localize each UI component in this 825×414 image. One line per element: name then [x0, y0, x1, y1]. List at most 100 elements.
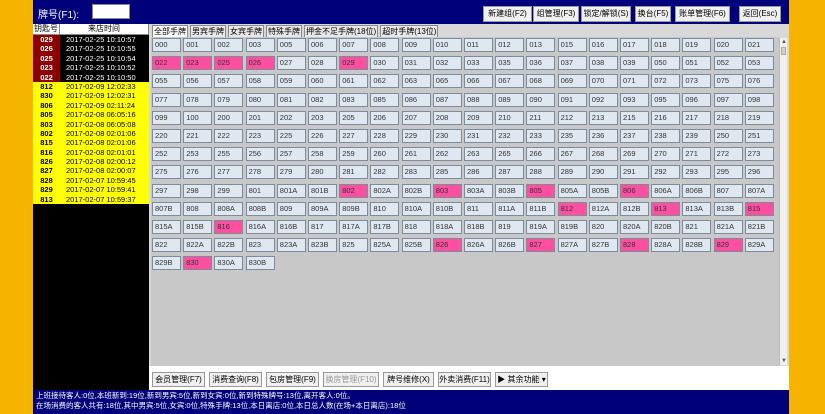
card-cell[interactable]: 297	[152, 183, 181, 198]
card-cell[interactable]: 822A	[183, 238, 213, 253]
card-cell[interactable]: 292	[651, 165, 681, 180]
card-cell[interactable]: 080	[245, 92, 275, 107]
card-cell[interactable]: 822	[152, 238, 181, 253]
card-cell[interactable]: 820A	[620, 220, 649, 234]
card-cell[interactable]: 001	[183, 38, 213, 52]
card-cell[interactable]: 016	[588, 38, 618, 52]
card-cell[interactable]: 079	[214, 92, 244, 107]
card-cell[interactable]: 210	[495, 110, 525, 125]
card-cell[interactable]: 076	[744, 74, 774, 89]
card-cell[interactable]: 037	[557, 56, 587, 71]
card-cell[interactable]: 020	[713, 38, 743, 52]
card-cell[interactable]: 230	[432, 129, 462, 143]
card-cell[interactable]: 090	[526, 92, 556, 107]
card-cell[interactable]: 816	[214, 220, 244, 234]
card-cell[interactable]: 212	[557, 110, 587, 125]
card-cell[interactable]: 822B	[214, 238, 244, 253]
card-cell[interactable]: 209	[464, 110, 493, 125]
key-list-row[interactable]: 805 2017-02-08 06:05:16	[33, 110, 149, 120]
back-button[interactable]: 返回(Esc)	[739, 6, 781, 22]
card-cell[interactable]: 013	[526, 38, 556, 52]
card-cell[interactable]: 059	[276, 74, 306, 89]
card-cell[interactable]: 029	[339, 56, 369, 71]
card-cell[interactable]: 006	[308, 38, 337, 52]
card-cell[interactable]: 812B	[620, 201, 649, 216]
key-list-row[interactable]: 828 2017-02-07 10:59:45	[33, 175, 149, 186]
card-cell[interactable]: 067	[495, 74, 525, 89]
card-cell[interactable]: 811A	[495, 201, 525, 216]
card-cell[interactable]: 086	[401, 92, 431, 107]
card-cell[interactable]: 810A	[401, 201, 431, 216]
card-cell[interactable]: 826A	[464, 238, 493, 253]
card-cell[interactable]: 266	[526, 147, 556, 162]
key-list-row[interactable]: 022 2017-02-25 10:10:50	[33, 72, 149, 82]
card-cell[interactable]: 025	[214, 56, 244, 71]
card-cell[interactable]: 830B	[245, 256, 275, 271]
card-cell[interactable]: 205	[339, 110, 369, 125]
card-cell[interactable]: 267	[557, 147, 587, 162]
card-cell[interactable]: 052	[713, 56, 743, 71]
card-cell[interactable]: 000	[152, 38, 181, 52]
card-cell[interactable]: 801	[245, 183, 275, 198]
card-cell[interactable]: 821B	[744, 220, 774, 234]
card-cell[interactable]: 805A	[557, 183, 587, 198]
grid-scrollbar[interactable]: ▲ ▼	[779, 38, 787, 365]
card-cell[interactable]: 820B	[651, 220, 681, 234]
card-cell[interactable]: 099	[152, 110, 181, 125]
card-cell[interactable]: 270	[651, 147, 681, 162]
card-cell[interactable]: 281	[339, 165, 369, 180]
key-list-row[interactable]: 803 2017-02-08 06:05:08	[33, 119, 149, 129]
card-cell[interactable]: 808A	[214, 201, 244, 216]
card-cell[interactable]: 208	[432, 110, 462, 125]
card-cell[interactable]: 089	[495, 92, 525, 107]
card-cell[interactable]: 808B	[245, 201, 275, 216]
lock-unlock-button[interactable]: 锁定/解锁(S)	[581, 6, 631, 22]
card-cell[interactable]: 269	[620, 147, 649, 162]
card-cell[interactable]: 097	[713, 92, 743, 107]
card-cell[interactable]: 096	[682, 92, 712, 107]
card-cell[interactable]: 290	[588, 165, 618, 180]
card-cell[interactable]: 007	[339, 38, 369, 52]
card-cell[interactable]: 251	[744, 129, 774, 143]
card-cell[interactable]: 207	[401, 110, 431, 125]
tab-overtime-cards[interactable]: 超时手牌(13位)	[380, 25, 439, 37]
card-cell[interactable]: 815A	[152, 220, 181, 234]
card-cell[interactable]: 003	[245, 38, 275, 52]
tab-low-deposit-cards[interactable]: 押金不足手牌(18位)	[304, 25, 379, 37]
card-cell[interactable]: 252	[152, 147, 181, 162]
card-cell[interactable]: 053	[744, 56, 774, 71]
key-list-row[interactable]: 826 2017-02-08 02:00:12	[33, 157, 149, 167]
card-cell[interactable]: 279	[276, 165, 306, 180]
card-cell[interactable]: 017	[620, 38, 649, 52]
card-cell[interactable]: 071	[620, 74, 649, 89]
card-cell[interactable]: 821	[682, 220, 712, 234]
card-cell[interactable]: 038	[588, 56, 618, 71]
card-cell[interactable]: 259	[339, 147, 369, 162]
key-list-row[interactable]: 026 2017-02-25 10:10:55	[33, 44, 149, 54]
card-cell[interactable]: 055	[152, 74, 181, 89]
card-cell[interactable]: 222	[214, 129, 244, 143]
card-cell[interactable]: 813B	[713, 201, 743, 216]
card-cell[interactable]: 261	[401, 147, 431, 162]
change-room-button[interactable]: 换房管理(F10)	[323, 372, 379, 387]
card-cell[interactable]: 032	[432, 56, 462, 71]
card-cell[interactable]: 815	[744, 201, 774, 216]
member-manage-button[interactable]: 会员管理(F7)	[152, 372, 205, 387]
card-cell[interactable]: 002	[214, 38, 244, 52]
key-list-row[interactable]: 025 2017-02-25 10:10:54	[33, 53, 149, 64]
card-cell[interactable]: 236	[588, 129, 618, 143]
card-cell[interactable]: 293	[682, 165, 712, 180]
card-cell[interactable]: 203	[308, 110, 337, 125]
card-cell[interactable]: 021	[744, 38, 774, 52]
card-cell[interactable]: 083	[339, 92, 369, 107]
card-cell[interactable]: 289	[557, 165, 587, 180]
card-cell[interactable]: 056	[183, 74, 213, 89]
card-cell[interactable]: 233	[526, 129, 556, 143]
card-cell[interactable]: 213	[588, 110, 618, 125]
card-cell[interactable]: 100	[183, 110, 213, 125]
group-manage-button[interactable]: 组管理(F3)	[533, 6, 579, 22]
card-cell[interactable]: 277	[214, 165, 244, 180]
card-cell[interactable]: 825	[339, 238, 369, 253]
card-cell[interactable]: 820	[588, 220, 618, 234]
card-cell[interactable]: 070	[588, 74, 618, 89]
